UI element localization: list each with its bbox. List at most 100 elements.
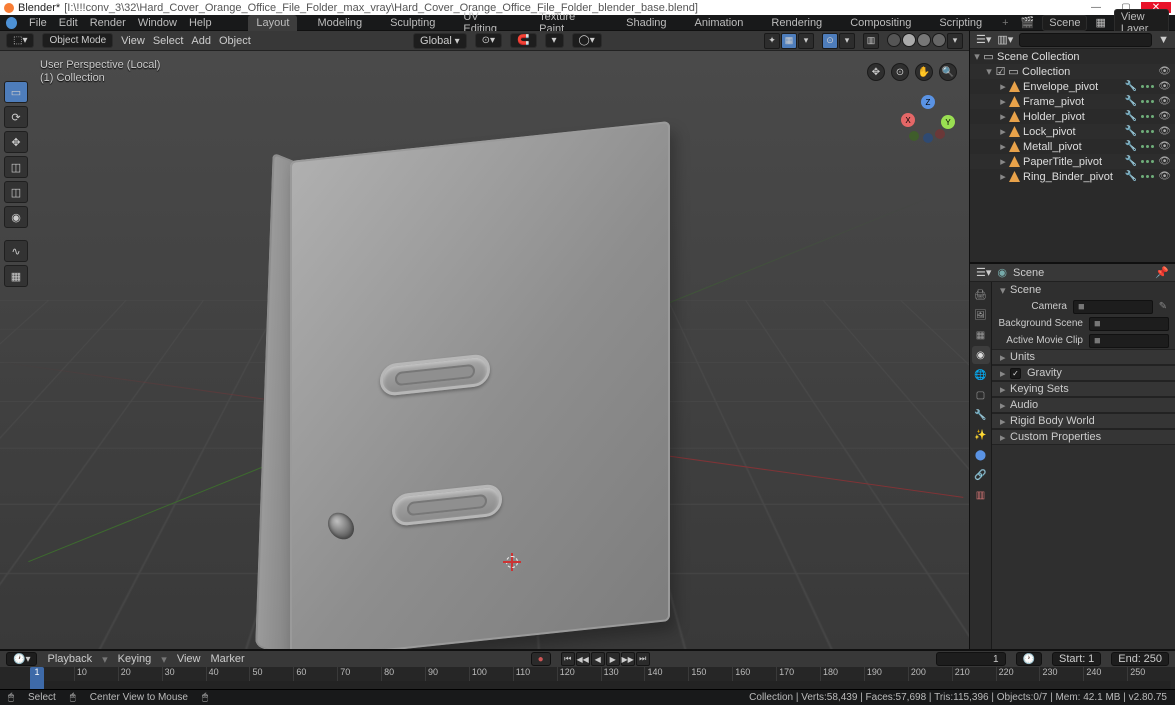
menu-window[interactable]: Window <box>138 17 177 29</box>
shading-wireframe-icon[interactable] <box>887 33 901 47</box>
twist-icon[interactable]: ▸ <box>1000 415 1010 428</box>
outliner-search[interactable] <box>1019 33 1152 47</box>
tool-move[interactable]: ✥ <box>4 131 28 153</box>
shading-solid-icon[interactable] <box>902 33 916 47</box>
ptab-object[interactable]: ▢ <box>972 386 990 404</box>
outliner-item-name[interactable]: PaperTitle_pivot <box>1021 156 1125 168</box>
outliner-root[interactable]: Scene Collection <box>995 51 1171 63</box>
vp-menu-object[interactable]: Object <box>219 35 251 47</box>
timeline-ruler[interactable]: 0102030405060708090100110120130140150160… <box>0 667 1175 689</box>
ptab-viewlayer[interactable]: ▦ <box>972 326 990 344</box>
workspace-add[interactable]: + <box>1002 17 1008 29</box>
ptab-world[interactable]: 🌐 <box>972 366 990 384</box>
modifier-icon[interactable]: 🔧 <box>1125 171 1137 182</box>
prop-section[interactable]: ▸Rigid Body World <box>992 413 1175 429</box>
tool-transform[interactable]: ◉ <box>4 206 28 228</box>
pivot-selector[interactable]: ⊙▾ <box>475 33 502 48</box>
timeline-editor-icon[interactable]: 🕐▾ <box>6 652 37 666</box>
tool-rotate[interactable]: ◫ <box>4 156 28 178</box>
twist-icon[interactable]: ▸ <box>1000 367 1010 380</box>
playhead[interactable]: 1 <box>30 667 44 689</box>
checkbox-icon[interactable] <box>1010 368 1021 379</box>
workspace-tab-shading[interactable]: Shading <box>618 15 674 31</box>
outliner[interactable]: ▾ ▭ Scene Collection ▾ ☑ ▭ Collection 👁 … <box>970 49 1175 264</box>
gizmo-z-icon[interactable]: Z <box>921 95 935 109</box>
eye-icon[interactable]: 👁 <box>1158 66 1171 77</box>
tl-menu-playback[interactable]: Playback <box>47 653 92 665</box>
frame-end[interactable]: End: 250 <box>1111 652 1169 666</box>
overlay-visibility[interactable]: ⊙▾ <box>822 33 855 49</box>
outliner-item-name[interactable]: Frame_pivot <box>1021 96 1125 108</box>
twist-icon[interactable]: ▸ <box>1000 383 1010 396</box>
tool-select-box[interactable]: ▭ <box>4 81 28 103</box>
workspace-tab-animation[interactable]: Animation <box>687 15 752 31</box>
eye-icon[interactable]: 👁 <box>1158 171 1171 182</box>
menu-help[interactable]: Help <box>189 17 212 29</box>
vp-menu-select[interactable]: Select <box>153 35 184 47</box>
modifier-icon[interactable]: 🔧 <box>1125 156 1137 167</box>
modifier-icon[interactable]: 🔧 <box>1125 111 1137 122</box>
twist-icon[interactable]: ▸ <box>1000 431 1010 444</box>
ptab-particles[interactable]: ✨ <box>972 426 990 444</box>
ptab-data[interactable]: ▥ <box>972 486 990 504</box>
scene-selector[interactable]: Scene <box>1042 15 1087 31</box>
eye-icon[interactable]: 👁 <box>1158 126 1171 137</box>
outliner-item-name[interactable]: Envelope_pivot <box>1021 81 1125 93</box>
ptab-scene[interactable]: ◉ <box>972 346 990 364</box>
tl-menu-view[interactable]: View <box>177 653 201 665</box>
play-icon[interactable]: ▶ <box>606 652 620 666</box>
workspace-tab-layout[interactable]: Layout <box>248 15 297 31</box>
gizmo-x-icon[interactable]: X <box>901 113 915 127</box>
outliner-item[interactable]: ▸Frame_pivot🔧👁 <box>970 94 1175 109</box>
tl-menu-keying[interactable]: Keying <box>118 653 152 665</box>
xray-toggle[interactable]: ▥ <box>863 33 879 49</box>
workspace-tab-compositing[interactable]: Compositing <box>842 15 919 31</box>
movieclip-field[interactable]: ■ <box>1089 334 1169 348</box>
twist-icon[interactable]: ▾ <box>972 50 982 63</box>
outliner-item[interactable]: ▸Envelope_pivot🔧👁 <box>970 79 1175 94</box>
prop-section[interactable]: ▸Custom Properties <box>992 429 1175 445</box>
next-keyframe-icon[interactable]: ▶▶ <box>621 652 635 666</box>
twist-icon[interactable]: ▸ <box>1000 351 1010 364</box>
prop-section[interactable]: ▸Keying Sets <box>992 381 1175 397</box>
shading-rendered-icon[interactable] <box>932 33 946 47</box>
shading-lookdev-icon[interactable] <box>917 33 931 47</box>
tool-annotate[interactable]: ∿ <box>4 240 28 262</box>
ptab-physics[interactable]: ⬤ <box>972 446 990 464</box>
outliner-item[interactable]: ▸Lock_pivot🔧👁 <box>970 124 1175 139</box>
prop-section[interactable]: ▸Units <box>992 349 1175 365</box>
workspace-tab-rendering[interactable]: Rendering <box>763 15 830 31</box>
eye-icon[interactable]: 👁 <box>1158 141 1171 152</box>
play-reverse-icon[interactable]: ◀ <box>591 652 605 666</box>
mode-selector[interactable]: Object Mode <box>42 33 113 48</box>
autokey-toggle[interactable]: ● <box>531 652 551 666</box>
properties-editor-icon[interactable]: ☰▾ <box>976 266 991 279</box>
outliner-collection[interactable]: Collection <box>1020 66 1154 78</box>
modifier-icon[interactable]: 🔧 <box>1125 126 1137 137</box>
eye-icon[interactable]: 👁 <box>1158 156 1171 167</box>
shading-options[interactable]: ▾ <box>947 33 963 49</box>
outliner-item[interactable]: ▸Holder_pivot🔧👁 <box>970 109 1175 124</box>
eyedropper-icon[interactable]: ✎ <box>1157 301 1169 313</box>
eye-icon[interactable]: 👁 <box>1158 96 1171 107</box>
vp-menu-add[interactable]: Add <box>191 35 211 47</box>
outliner-item[interactable]: ▸PaperTitle_pivot🔧👁 <box>970 154 1175 169</box>
blender-icon[interactable] <box>6 17 17 29</box>
gizmo-neg-z-icon[interactable] <box>923 133 933 143</box>
twist-icon[interactable]: ▸ <box>998 95 1008 108</box>
pin-icon[interactable]: 📌 <box>1155 266 1169 279</box>
outliner-item-name[interactable]: Lock_pivot <box>1021 126 1125 138</box>
shading-modes[interactable]: ▾ <box>887 33 963 49</box>
jump-end-icon[interactable]: ⏭ <box>636 652 650 666</box>
menu-edit[interactable]: Edit <box>59 17 78 29</box>
frame-start[interactable]: Start: 1 <box>1052 652 1101 666</box>
camera-field[interactable]: ■ <box>1073 300 1153 314</box>
eye-icon[interactable]: 👁 <box>1158 81 1171 92</box>
snap-options[interactable]: ▾ <box>545 33 564 48</box>
jump-start-icon[interactable]: ⏮ <box>561 652 575 666</box>
proportional-edit[interactable]: ◯▾ <box>572 33 602 48</box>
twist-icon[interactable]: ▸ <box>998 80 1008 93</box>
nav-zoom-icon[interactable]: 🔍 <box>939 63 957 81</box>
auto-key-icon[interactable]: 🕐 <box>1016 652 1042 666</box>
outliner-item-name[interactable]: Holder_pivot <box>1021 111 1125 123</box>
